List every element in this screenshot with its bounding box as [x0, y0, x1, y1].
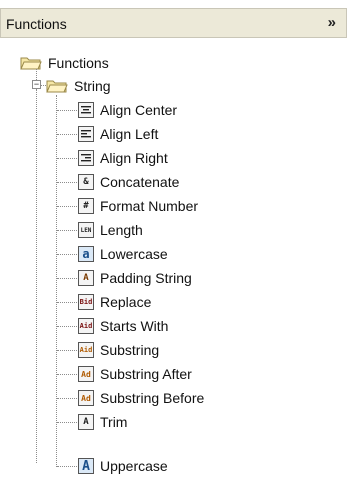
function-item-label: Padding String	[100, 270, 192, 286]
function-item-label: Substring Before	[100, 390, 205, 406]
tree-connector	[57, 374, 77, 375]
tree-node-functions[interactable]: Functions	[20, 53, 109, 73]
tree-connector	[36, 89, 37, 463]
replace-icon: Bid	[78, 294, 94, 310]
folder-open-icon	[46, 78, 68, 94]
function-item-uppercase[interactable]: A Uppercase	[78, 456, 168, 476]
function-item-lowercase[interactable]: a Lowercase	[78, 244, 168, 264]
align-right-icon	[78, 150, 94, 166]
tree-connector	[57, 158, 77, 159]
tree-connector	[57, 302, 77, 303]
function-item-label: Uppercase	[100, 458, 168, 474]
tree-node-string[interactable]: String	[46, 76, 111, 96]
substring-after-icon: Ad	[78, 366, 94, 382]
function-item-length[interactable]: LEN Length	[78, 220, 143, 240]
functions-panel: Functions » Functions − String Align Cen…	[0, 0, 355, 478]
function-item-label: Substring	[100, 342, 160, 358]
function-item-label: Trim	[100, 414, 128, 430]
length-icon: LEN	[78, 222, 94, 238]
tree-connector	[57, 466, 77, 467]
folder-open-icon	[20, 55, 42, 71]
tree-connector	[57, 350, 77, 351]
trim-icon: A	[78, 414, 94, 430]
tree-connector	[57, 422, 77, 423]
tree-connector	[57, 110, 77, 111]
function-item-label: Concatenate	[100, 174, 180, 190]
concatenate-icon: &	[78, 174, 94, 190]
padding-string-icon: A	[78, 270, 94, 286]
align-left-icon	[78, 126, 94, 142]
function-item-replace[interactable]: Bid Replace	[78, 292, 151, 312]
function-item-substring-before[interactable]: Ad Substring Before	[78, 388, 204, 408]
function-item-substring[interactable]: Aid Substring	[78, 340, 159, 360]
function-item-padding-string[interactable]: A Padding String	[78, 268, 192, 288]
function-item-label: Align Center	[100, 102, 178, 118]
tree-node-label: String	[74, 78, 111, 94]
substring-before-icon: Ad	[78, 390, 94, 406]
function-item-label: Length	[100, 222, 143, 238]
tree-connector	[57, 326, 77, 327]
lowercase-icon: a	[78, 246, 94, 262]
function-item-starts-with[interactable]: Aid Starts With	[78, 316, 168, 336]
starts-with-icon: Aid	[78, 318, 94, 334]
tree-connector	[57, 278, 77, 279]
align-center-icon	[78, 102, 94, 118]
function-item-align-center[interactable]: Align Center	[78, 100, 177, 120]
tree-connector	[56, 95, 57, 467]
function-item-label: Align Right	[100, 150, 168, 166]
collapse-toggle-icon[interactable]: −	[32, 80, 41, 89]
function-item-label: Lowercase	[100, 246, 168, 262]
tree-connector	[57, 398, 77, 399]
function-item-trim[interactable]: A Trim	[78, 412, 127, 432]
uppercase-icon: A	[78, 458, 94, 474]
function-item-label: Substring After	[100, 366, 192, 382]
function-item-label: Format Number	[100, 198, 199, 214]
function-item-align-right[interactable]: Align Right	[78, 148, 168, 168]
substring-icon: Aid	[78, 342, 94, 358]
tree-connector	[57, 182, 77, 183]
functions-tree: Functions − String Align Center Align Le…	[0, 0, 355, 478]
tree-connector	[57, 230, 77, 231]
format-number-icon: #	[78, 198, 94, 214]
tree-connector	[57, 206, 77, 207]
tree-connector	[57, 254, 77, 255]
function-item-label: Starts With	[100, 318, 169, 334]
function-item-label: Align Left	[100, 126, 159, 142]
function-item-substring-after[interactable]: Ad Substring After	[78, 364, 192, 384]
function-item-align-left[interactable]: Align Left	[78, 124, 158, 144]
function-item-format-number[interactable]: # Format Number	[78, 196, 198, 216]
tree-connector	[57, 134, 77, 135]
tree-node-label: Functions	[48, 55, 109, 71]
function-item-concatenate[interactable]: & Concatenate	[78, 172, 179, 192]
function-item-label: Replace	[100, 294, 152, 310]
